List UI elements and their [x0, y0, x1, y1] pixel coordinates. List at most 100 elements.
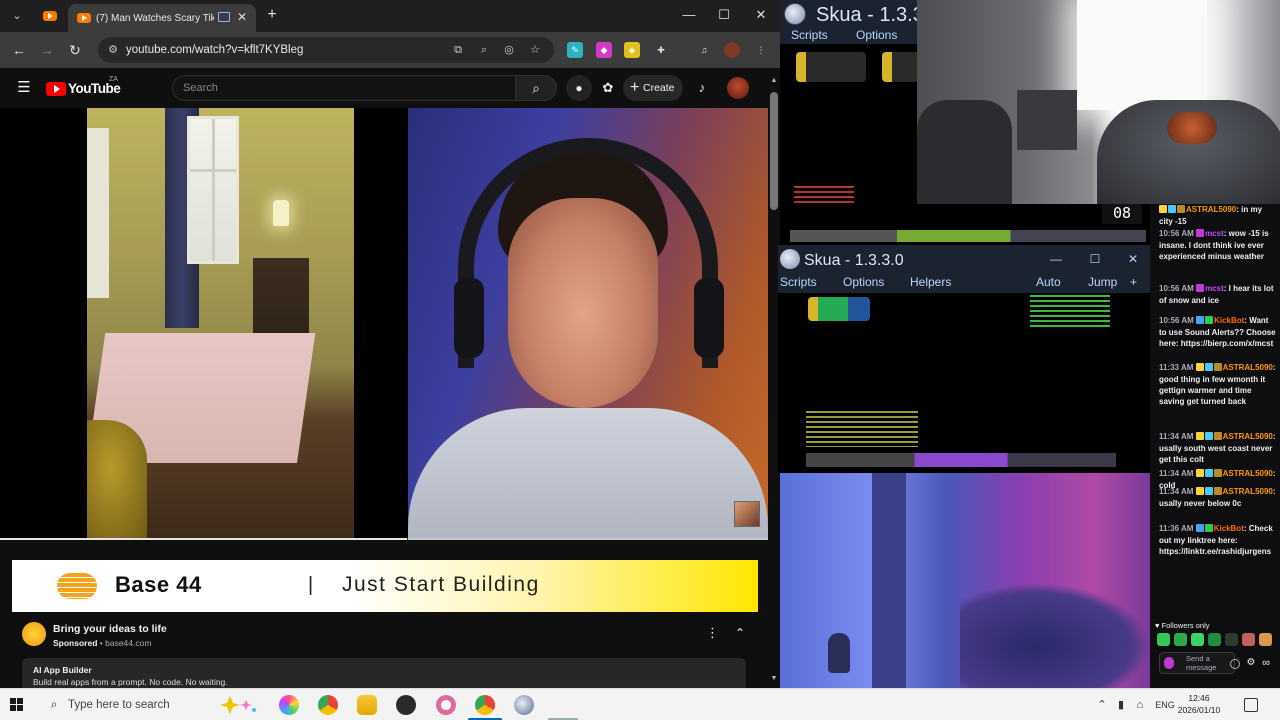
- menu-icon[interactable]: ☰: [15, 79, 33, 97]
- chat-username[interactable]: mcst: [1205, 229, 1224, 238]
- user-badge-icon[interactable]: [1213, 363, 1222, 371]
- user-badge-icon[interactable]: [1196, 316, 1205, 324]
- chat-username[interactable]: ASTRAL5090: [1223, 432, 1273, 441]
- forward-button[interactable]: →: [37, 40, 57, 60]
- ad-card[interactable]: AI App Builder Build real apps from a pr…: [22, 658, 746, 688]
- close-window-button[interactable]: ✕: [752, 6, 770, 24]
- user-badge-icon[interactable]: [1205, 316, 1214, 324]
- tab-inactive[interactable]: [36, 5, 64, 27]
- bookmark-star-icon[interactable]: ☆: [527, 42, 543, 58]
- more-menu-icon[interactable]: ⋮: [753, 42, 769, 58]
- menu-scripts[interactable]: Scripts: [780, 275, 817, 289]
- skua-minimize-button[interactable]: —: [1049, 251, 1063, 267]
- menu-add-button[interactable]: +: [1130, 275, 1137, 289]
- user-badge-icon[interactable]: [1204, 524, 1213, 532]
- install-app-icon[interactable]: ⧉: [450, 42, 466, 58]
- tab-close-button[interactable]: ✕: [235, 10, 249, 24]
- tray-microphone-icon[interactable]: ▮: [1115, 698, 1127, 712]
- back-button[interactable]: ←: [9, 40, 29, 60]
- user-badge-icon[interactable]: [1204, 469, 1213, 477]
- tab-active[interactable]: (7) Man Watches Scary TikT ✕: [68, 4, 256, 32]
- emoji-icon[interactable]: [1230, 659, 1240, 669]
- menu-options[interactable]: Options: [843, 275, 884, 289]
- user-badge-icon[interactable]: [1196, 229, 1205, 237]
- emote-icon[interactable]: [1191, 633, 1204, 646]
- taskbar-chrome-icon[interactable]: [318, 695, 338, 715]
- scroll-up-icon[interactable]: ▲: [770, 76, 778, 86]
- emote-icon[interactable]: [1174, 633, 1187, 646]
- media-control-icon[interactable]: ♫: [696, 42, 712, 58]
- user-badge-icon[interactable]: [1213, 487, 1222, 495]
- taskbar-chrome-profile-icon[interactable]: [475, 695, 495, 715]
- skua-close-button[interactable]: ✕: [1126, 251, 1140, 267]
- user-badge-icon[interactable]: [1204, 487, 1213, 495]
- menu-options[interactable]: Options: [856, 28, 897, 42]
- minimize-button[interactable]: —: [680, 6, 698, 24]
- user-badge-icon[interactable]: [1195, 469, 1204, 477]
- chat-username[interactable]: ASTRAL5090: [1223, 487, 1273, 496]
- url-text[interactable]: youtube.com/watch?v=kflt7KYBleg: [126, 42, 426, 58]
- voice-search-button[interactable]: ●: [566, 75, 592, 101]
- youtube-logo[interactable]: YouTube ZA: [46, 76, 126, 96]
- chat-username[interactable]: mcst: [1205, 284, 1224, 293]
- menu-helpers[interactable]: Helpers: [910, 275, 951, 289]
- media-playing-icon[interactable]: [218, 12, 230, 22]
- maximize-button[interactable]: ☐: [715, 6, 733, 24]
- search-button[interactable]: ⌕: [515, 75, 557, 101]
- search-highlight-icon[interactable]: [216, 695, 260, 715]
- emote-icon[interactable]: [1225, 633, 1238, 646]
- zoom-icon[interactable]: ⌕: [476, 42, 492, 58]
- user-badge-icon[interactable]: [1195, 363, 1204, 371]
- scroll-down-icon[interactable]: ▼: [770, 674, 778, 684]
- emote-icon[interactable]: [1208, 633, 1221, 646]
- menu-auto[interactable]: Auto: [1036, 275, 1061, 289]
- profile-avatar[interactable]: [724, 42, 740, 58]
- taskbar-search-icon[interactable]: ⌕: [47, 697, 61, 711]
- taskbar-obs-icon[interactable]: [396, 695, 416, 715]
- tray-language[interactable]: ENG: [1154, 698, 1176, 712]
- user-badge-icon[interactable]: [1204, 363, 1213, 371]
- user-badge-icon[interactable]: [1195, 432, 1204, 440]
- advertiser-avatar[interactable]: [22, 622, 46, 646]
- emote-icon[interactable]: [1242, 633, 1255, 646]
- chat-identity-icon[interactable]: [1164, 657, 1174, 669]
- user-badge-icon[interactable]: [1168, 205, 1176, 213]
- user-badge-icon[interactable]: [1204, 432, 1213, 440]
- chat-username[interactable]: KickBot: [1214, 316, 1244, 325]
- tray-overflow-icon[interactable]: ⌃: [1096, 698, 1108, 712]
- tray-network-icon[interactable]: ⌂: [1133, 698, 1147, 712]
- menu-jump[interactable]: Jump: [1088, 275, 1117, 289]
- extension-paw-icon[interactable]: ✿: [598, 78, 618, 98]
- user-badge-icon[interactable]: [1177, 205, 1185, 213]
- taskbar-app-icon[interactable]: [436, 695, 456, 715]
- search-input[interactable]: Search: [172, 75, 516, 101]
- taskbar-copilot-icon[interactable]: [279, 695, 299, 715]
- chat-message-input[interactable]: Send a message: [1159, 652, 1240, 674]
- address-bar[interactable]: ⚙ youtube.com/watch?v=kflt7KYBleg ⧉ ⌕ ◎ …: [98, 37, 554, 63]
- chat-username[interactable]: ASTRAL5090: [1223, 469, 1273, 478]
- start-windows-icon[interactable]: [10, 698, 24, 712]
- ad-domain[interactable]: base44.com: [105, 638, 151, 648]
- ad-title[interactable]: Bring your ideas to life: [53, 622, 167, 636]
- user-badge-icon[interactable]: [1159, 205, 1167, 213]
- taskbar-skua-icon[interactable]: [514, 695, 534, 715]
- taskbar-clock[interactable]: 12:46 2026/01/10: [1176, 692, 1222, 716]
- scrollbar-thumb[interactable]: [770, 92, 778, 210]
- chat-username[interactable]: KickBot: [1214, 524, 1244, 533]
- taskbar-search-input[interactable]: Type here to search: [68, 697, 170, 713]
- notifications-bell-icon[interactable]: ♪: [692, 78, 712, 98]
- menu-scripts[interactable]: Scripts: [791, 28, 828, 42]
- ad-more-icon[interactable]: ⋮: [706, 624, 719, 642]
- skua-maximize-button[interactable]: ☐: [1088, 251, 1102, 267]
- tracking-protection-icon[interactable]: ◎: [501, 42, 517, 58]
- video-player[interactable]: [0, 108, 768, 540]
- user-badge-icon[interactable]: [1195, 524, 1204, 532]
- user-badge-icon[interactable]: [1196, 284, 1205, 292]
- tab-search-button[interactable]: ⌄: [7, 6, 27, 26]
- new-tab-button[interactable]: +: [263, 6, 281, 24]
- extension-icon[interactable]: ◈: [624, 42, 640, 58]
- taskbar-explorer-icon[interactable]: [357, 695, 377, 715]
- extension-icon[interactable]: ✎: [567, 42, 583, 58]
- chat-username[interactable]: ASTRAL5090: [1223, 363, 1273, 372]
- notification-center-icon[interactable]: [1244, 698, 1258, 712]
